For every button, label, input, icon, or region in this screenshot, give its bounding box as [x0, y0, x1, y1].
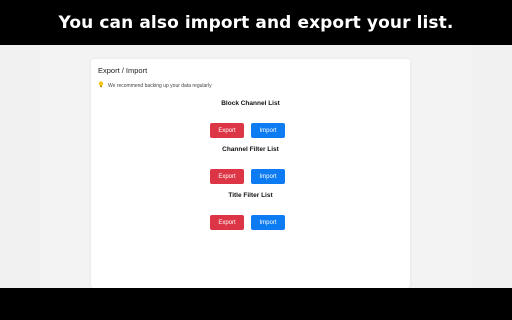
export-import-card: Export / Import We recommend backing up …: [91, 59, 410, 288]
backup-tip: We recommend backing up your data regula…: [98, 81, 212, 90]
import-title-filter-button[interactable]: Import: [251, 215, 285, 230]
banner: You can also import and export your list…: [0, 0, 512, 45]
card-title: Export / Import: [98, 66, 148, 75]
bottom-bar: [0, 288, 512, 320]
import-block-channel-button[interactable]: Import: [251, 123, 285, 138]
section-title-block-channel: Block Channel List: [221, 100, 280, 107]
import-channel-filter-button[interactable]: Import: [251, 169, 285, 184]
tip-text: We recommend backing up your data regula…: [108, 82, 212, 89]
export-block-channel-button[interactable]: Export: [210, 123, 244, 138]
export-title-filter-button[interactable]: Export: [210, 215, 244, 230]
section-title-title-filter: Title Filter List: [228, 192, 273, 199]
section-title-channel-filter: Channel Filter List: [222, 146, 279, 153]
lightbulb-icon: [98, 81, 104, 90]
banner-text: You can also import and export your list…: [58, 12, 454, 33]
export-channel-filter-button[interactable]: Export: [210, 169, 244, 184]
